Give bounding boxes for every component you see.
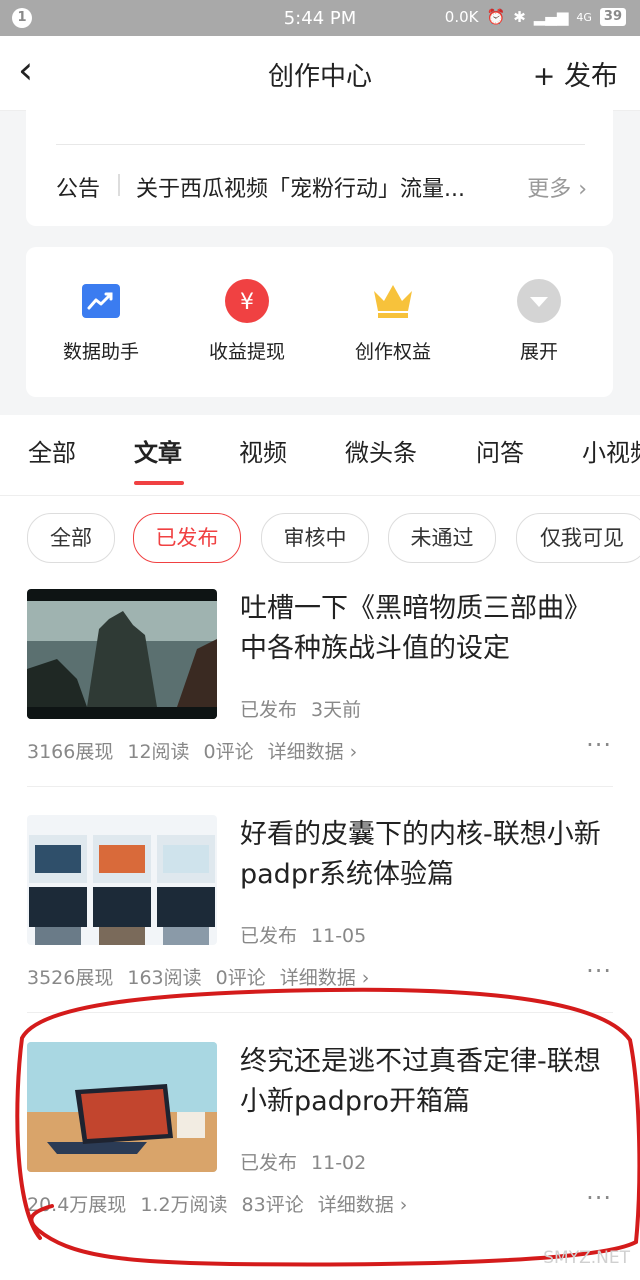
net-speed: 0.0K (444, 8, 479, 26)
expand-icon (517, 279, 561, 323)
tab-all[interactable]: 全部 (28, 433, 76, 468)
more-icon[interactable]: ··· (586, 731, 612, 759)
tool-rights[interactable]: 创作权益 (328, 279, 458, 364)
detail-data-link[interactable]: 详细数据 › (268, 741, 358, 763)
tool-revenue[interactable]: ¥ 收益提现 (182, 279, 312, 364)
notice-text[interactable]: 关于西瓜视频「宠粉行动」流量... (136, 171, 506, 203)
tab-short-video[interactable]: 小视频 (582, 433, 640, 468)
post-thumbnail (27, 815, 217, 945)
post-comments: 0评论 (215, 967, 266, 989)
chart-icon (79, 279, 123, 323)
watermark: SMYZ.NET (543, 1248, 630, 1268)
post-views: 3526展现 (27, 967, 114, 989)
tool-label: 创作权益 (354, 341, 431, 363)
post-status: 已发布 (240, 699, 298, 721)
detail-data-link[interactable]: 详细数据 › (318, 1194, 408, 1216)
tool-label: 数据助手 (62, 341, 139, 363)
filter-rejected[interactable]: 未通过 (388, 513, 496, 563)
post-comments: 0评论 (203, 741, 254, 763)
active-tab-indicator (134, 481, 184, 485)
post-title: 终究还是逃不过真香定律-联想小新padpro开箱篇 (240, 1046, 601, 1117)
filter-published[interactable]: 已发布 (133, 513, 241, 563)
post-comments: 83评论 (241, 1194, 304, 1216)
tab-qa[interactable]: 问答 (476, 433, 524, 468)
post-reads: 163阅读 (127, 967, 202, 989)
notice-more-link[interactable]: 更多 › (527, 171, 587, 203)
tool-expand[interactable]: 展开 (474, 279, 604, 364)
divider (27, 1012, 613, 1013)
battery-icon: 39 (599, 8, 626, 26)
post-title: 吐槽一下《黑暗物质三部曲》中各种族战斗值的设定 (240, 593, 591, 664)
crown-icon (371, 279, 415, 323)
tool-label: 展开 (519, 341, 558, 363)
post-stats: 20.4万展现 1.2万阅读 83评论 详细数据 › (27, 1190, 421, 1217)
post-time: 11-05 (311, 925, 367, 947)
post-views: 20.4万展现 (27, 1194, 127, 1216)
nav-bar: ‹ 创作中心 + 发布 (0, 36, 640, 111)
bluetooth-icon: ✱ (513, 8, 526, 26)
alarm-icon: ⏰ (486, 8, 506, 26)
post-meta: 已发布 3天前 (240, 695, 375, 722)
detail-data-link[interactable]: 详细数据 › (280, 967, 370, 989)
tools-card: 数据助手 ¥ 收益提现 创作权益 展开 (26, 247, 613, 397)
post-stats: 3526展现 163阅读 0评论 详细数据 › (27, 963, 383, 990)
publish-button[interactable]: + 发布 (533, 54, 618, 93)
yuan-icon: ¥ (225, 279, 269, 323)
post-reads: 1.2万阅读 (140, 1194, 228, 1216)
post-thumbnail (27, 1042, 217, 1172)
filter-all[interactable]: 全部 (27, 513, 115, 563)
post-status: 已发布 (240, 1152, 298, 1174)
post-status: 已发布 (240, 925, 298, 947)
tool-label: 收益提现 (208, 341, 285, 363)
post-views: 3166展现 (27, 741, 114, 763)
tool-data-assistant[interactable]: 数据助手 (36, 279, 166, 364)
content-list: 全部 文章 视频 微头条 问答 小视频 全部 已发布 审核中 未通过 仅我可见 … (0, 415, 640, 1280)
svg-text:¥: ¥ (240, 290, 254, 315)
signal-icon: ▂▄▆ (533, 8, 569, 26)
post-stats: 3166展现 12阅读 0评论 详细数据 › (27, 737, 371, 764)
filter-reviewing[interactable]: 审核中 (261, 513, 369, 563)
divider (56, 144, 585, 145)
status-icons: 0.0K ⏰ ✱ ▂▄▆ 4G 39 (445, 8, 626, 26)
more-icon[interactable]: ··· (586, 1184, 612, 1212)
post-meta: 已发布 11-02 (240, 1148, 380, 1175)
divider (27, 786, 613, 787)
filter-private[interactable]: 仅我可见 (516, 513, 640, 563)
post-time: 3天前 (311, 699, 362, 721)
divider (0, 495, 640, 496)
tab-article[interactable]: 文章 (134, 433, 182, 468)
more-icon[interactable]: ··· (586, 957, 612, 985)
post-thumbnail (27, 589, 217, 719)
post-title: 好看的皮囊下的内核-联想小新padpr系统体验篇 (240, 819, 601, 890)
post-meta: 已发布 11-05 (240, 921, 380, 948)
tab-video[interactable]: 视频 (239, 433, 287, 468)
notice-card: 公告 关于西瓜视频「宠粉行动」流量... 更多 › (26, 110, 613, 226)
status-bar: 1 5:44 PM 0.0K ⏰ ✱ ▂▄▆ 4G 39 (0, 0, 640, 36)
tab-micro-headline[interactable]: 微头条 (345, 433, 417, 468)
divider (118, 174, 120, 196)
category-tabs: 全部 文章 视频 微头条 问答 小视频 (0, 415, 640, 467)
post-time: 11-02 (311, 1152, 367, 1174)
network-type: 4G (576, 10, 592, 24)
notice-label: 公告 (56, 177, 101, 202)
post-reads: 12阅读 (127, 741, 190, 763)
